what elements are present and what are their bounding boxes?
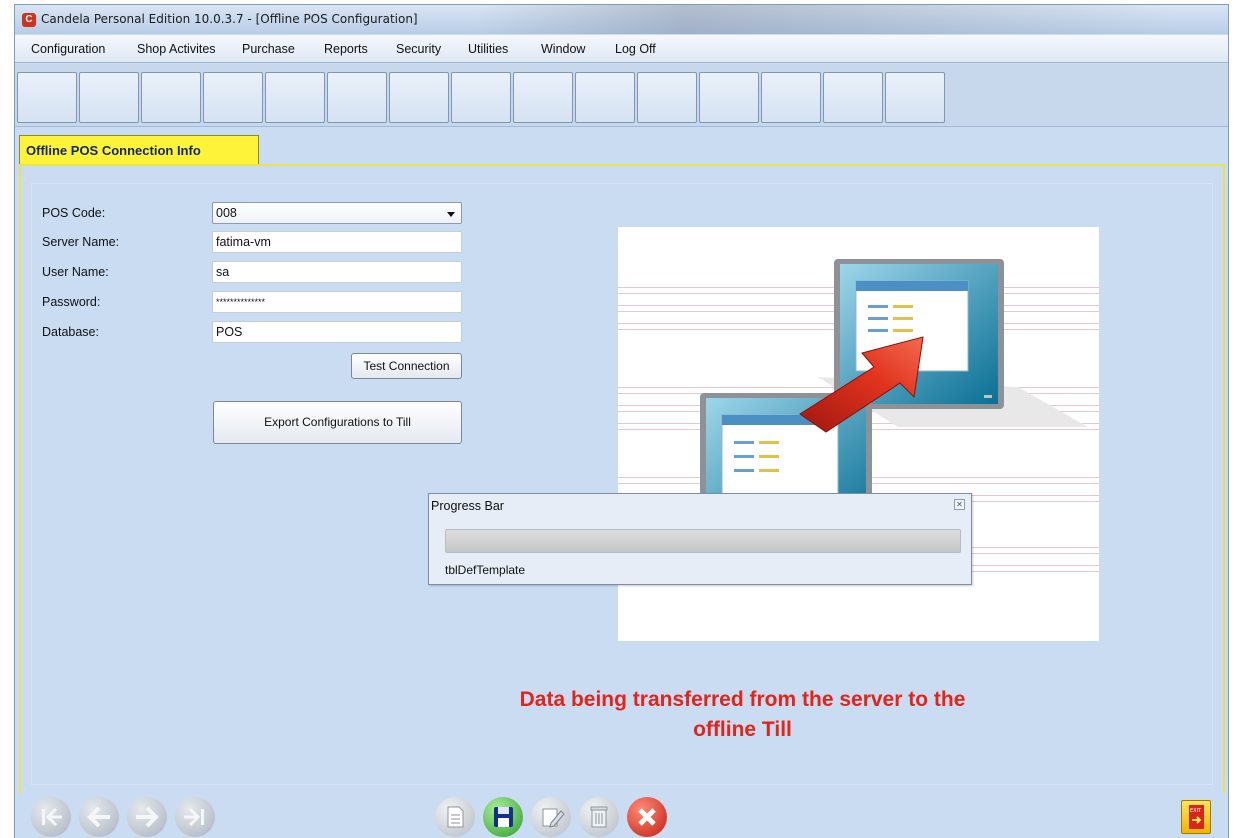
- edit-pencil-icon: [542, 808, 565, 828]
- toolbar-button-12[interactable]: [699, 72, 759, 123]
- new-document-icon: [447, 806, 464, 828]
- menu-log-off[interactable]: Log Off: [615, 42, 656, 56]
- bottom-action-bar: EXIT: [15, 793, 1228, 838]
- new-record-button[interactable]: [435, 797, 475, 837]
- toolbar: [15, 64, 1228, 127]
- toolbar-button-11[interactable]: [637, 72, 697, 123]
- menu-window[interactable]: Window: [541, 42, 585, 56]
- toolbar-button-15[interactable]: [885, 72, 945, 123]
- exit-button[interactable]: EXIT: [1181, 800, 1211, 834]
- transfer-caption: Data being transferred from the server t…: [415, 685, 1070, 745]
- toolbar-button-8[interactable]: [451, 72, 511, 123]
- password-field[interactable]: **************: [212, 291, 462, 313]
- toolbar-button-10[interactable]: [575, 72, 635, 123]
- menu-reports[interactable]: Reports: [324, 42, 368, 56]
- close-x-icon: [638, 808, 656, 826]
- first-record-button[interactable]: [31, 797, 71, 837]
- toolbar-button-14[interactable]: [823, 72, 883, 123]
- menu-utilities[interactable]: Utilities: [468, 42, 508, 56]
- cancel-button[interactable]: [627, 797, 667, 837]
- toolbar-button-6[interactable]: [327, 72, 387, 123]
- pos-code-value: 008: [216, 206, 237, 220]
- delete-button[interactable]: [579, 797, 619, 837]
- arrow-left-icon: [87, 806, 110, 828]
- tab-label: Offline POS Connection Info: [26, 143, 201, 158]
- pos-code-dropdown[interactable]: 008: [212, 202, 462, 224]
- toolbar-button-3[interactable]: [141, 72, 201, 123]
- first-record-icon: [42, 807, 62, 827]
- app-window: C Candela Personal Edition 10.0.3.7 - [O…: [14, 4, 1229, 838]
- caption-line-1: Data being transferred from the server t…: [519, 688, 966, 711]
- export-configurations-button[interactable]: Export Configurations to Till: [213, 401, 462, 444]
- arrow-right-icon: [136, 806, 159, 828]
- window-title: Candela Personal Edition 10.0.3.7 - [Off…: [41, 12, 418, 26]
- previous-record-button[interactable]: [79, 797, 119, 837]
- password-label: Password:: [42, 295, 101, 309]
- toolbar-button-7[interactable]: [389, 72, 449, 123]
- toolbar-button-13[interactable]: [761, 72, 821, 123]
- toolbar-button-1[interactable]: [17, 72, 77, 123]
- chevron-down-icon: [447, 212, 455, 217]
- pos-code-label: POS Code:: [42, 206, 106, 220]
- last-record-button[interactable]: [175, 797, 215, 837]
- progress-dialog-title: Progress Bar: [431, 499, 504, 513]
- progress-dialog: Progress Bar ✕ tblDefTemplate: [428, 493, 972, 585]
- caption-line-2: offline Till: [693, 718, 792, 741]
- progress-bar: [445, 529, 961, 553]
- menu-purchase[interactable]: Purchase: [242, 42, 295, 56]
- next-record-button[interactable]: [127, 797, 167, 837]
- exit-door-icon: EXIT: [1189, 805, 1204, 829]
- toolbar-button-4[interactable]: [203, 72, 263, 123]
- database-field[interactable]: POS: [212, 321, 462, 343]
- user-name-field[interactable]: sa: [212, 261, 462, 283]
- toolbar-button-9[interactable]: [513, 72, 573, 123]
- server-name-label: Server Name:: [42, 235, 120, 249]
- database-label: Database:: [42, 325, 99, 339]
- toolbar-button-2[interactable]: [79, 72, 139, 123]
- last-record-icon: [184, 807, 204, 827]
- floppy-disk-icon: [494, 807, 513, 827]
- candela-app-icon: C: [22, 13, 36, 27]
- save-button[interactable]: [483, 797, 523, 837]
- progress-status-text: tblDefTemplate: [445, 563, 526, 577]
- menu-configuration[interactable]: Configuration: [31, 42, 105, 56]
- menu-security[interactable]: Security: [396, 42, 441, 56]
- test-connection-button[interactable]: Test Connection: [351, 353, 462, 379]
- edit-button[interactable]: [531, 797, 571, 837]
- trash-icon: [590, 806, 608, 828]
- exit-text: EXIT: [1190, 808, 1202, 814]
- menu-shop-activities[interactable]: Shop Activites: [137, 42, 216, 56]
- close-icon[interactable]: ✕: [954, 499, 965, 510]
- tab-offline-pos-connection-info[interactable]: Offline POS Connection Info: [19, 135, 259, 165]
- menu-bar: Configuration Shop Activites Purchase Re…: [15, 35, 1228, 63]
- user-name-label: User Name:: [42, 265, 109, 279]
- title-bar: C Candela Personal Edition 10.0.3.7 - [O…: [15, 5, 1228, 34]
- server-name-field[interactable]: fatima-vm: [212, 231, 462, 253]
- toolbar-button-5[interactable]: [265, 72, 325, 123]
